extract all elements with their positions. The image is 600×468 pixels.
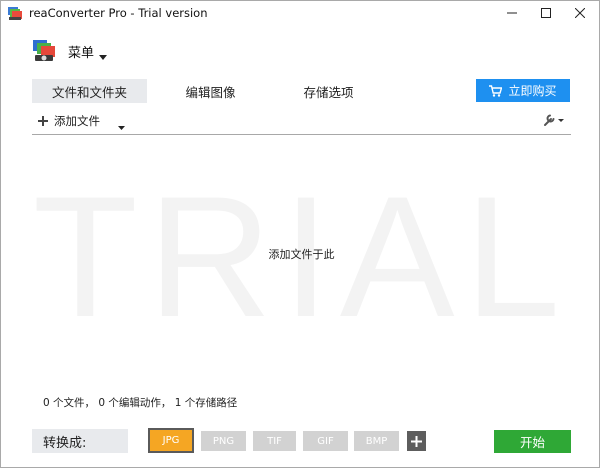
tab-edit-images[interactable]: 编辑图像 — [153, 79, 268, 103]
drop-hint: 添加文件于此 — [268, 248, 335, 261]
add-files-label: 添加文件 — [54, 114, 100, 128]
plus-icon — [38, 116, 48, 126]
minimize-icon — [507, 12, 517, 14]
minimize-button[interactable] — [495, 1, 529, 25]
reaconverter-logo-icon[interactable] — [31, 38, 57, 64]
close-button[interactable] — [563, 1, 597, 25]
app-icon — [7, 5, 23, 21]
buy-now-button[interactable]: 立即购买 — [476, 79, 570, 102]
buy-now-label: 立即购买 — [508, 84, 557, 98]
tab-saving-options[interactable]: 存储选项 — [271, 79, 386, 103]
format-gif-button[interactable]: GIF — [303, 431, 348, 451]
convert-to-label: 转换成: — [32, 429, 128, 453]
format-bmp-button[interactable]: BMP — [354, 431, 399, 451]
format-png-button[interactable]: PNG — [201, 431, 246, 451]
window-title: reaConverter Pro - Trial version — [29, 6, 208, 20]
start-button[interactable]: 开始 — [494, 430, 571, 453]
plus-icon — [411, 435, 422, 447]
maximize-button[interactable] — [529, 1, 563, 25]
tab-files-and-folders[interactable]: 文件和文件夹 — [32, 79, 147, 103]
chevron-down-icon[interactable] — [99, 49, 107, 60]
add-files-button[interactable]: 添加文件 — [38, 112, 100, 130]
chevron-down-icon[interactable] — [118, 119, 125, 130]
format-tif-button[interactable]: TIF — [253, 431, 296, 451]
file-drop-area[interactable]: TRIAL 添加文件于此 — [32, 135, 571, 385]
close-icon — [575, 8, 585, 18]
title-bar[interactable]: reaConverter Pro - Trial version — [1, 1, 599, 25]
maximize-icon — [541, 8, 551, 18]
format-jpg-button[interactable]: JPG — [148, 428, 194, 453]
app-window: reaConverter Pro - Trial version 菜单 文件和文… — [0, 0, 600, 468]
add-format-button[interactable] — [407, 431, 426, 451]
wrench-icon[interactable] — [543, 113, 565, 127]
status-summary: 0 个文件， 0 个编辑动作， 1 个存储路径 — [43, 397, 238, 409]
menu-label[interactable]: 菜单 — [68, 42, 94, 61]
cart-icon — [489, 84, 503, 97]
